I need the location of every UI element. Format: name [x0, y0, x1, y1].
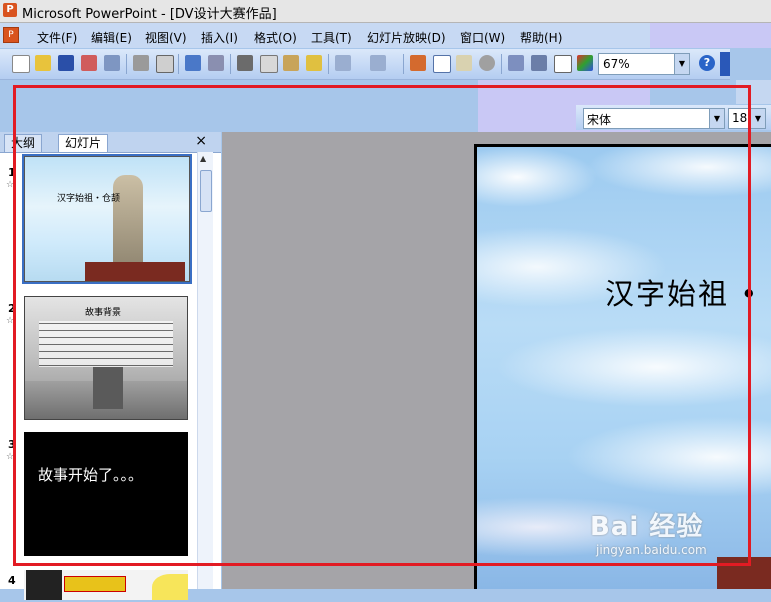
slide-thumbnail-1[interactable]: 汉字始祖・仓颉	[22, 154, 192, 284]
menu-help[interactable]: 帮助(H)	[520, 29, 562, 46]
slide-preview: 故事开始了。。。	[24, 432, 188, 556]
slide-preview: 故事背景	[24, 296, 188, 420]
close-icon[interactable]: ×	[195, 133, 207, 149]
zoom-value: 67%	[603, 57, 630, 71]
slide-thumbnail-4[interactable]	[22, 568, 190, 602]
thumbnail-title: 故事背景	[85, 308, 122, 318]
panel-scrollbar[interactable]: ▲	[197, 152, 213, 589]
grid-icon[interactable]	[554, 55, 572, 73]
document-icon[interactable]: P	[3, 27, 19, 43]
separator	[230, 54, 231, 74]
tab-slides[interactable]: 幻灯片	[58, 134, 109, 152]
menu-slideshow[interactable]: 幻灯片放映(D)	[367, 29, 446, 46]
thumbnail-image	[26, 570, 62, 600]
scroll-up-icon[interactable]: ▲	[200, 154, 206, 163]
slides-panel: 大纲 幻灯片 × 1 ☆ 汉字始祖・仓颉 2 ☆ 故事背景 3 ☆ 故事开始了。…	[0, 132, 221, 600]
body-text-lines	[39, 321, 173, 367]
separator	[403, 54, 404, 74]
thumbnail-banner	[64, 576, 126, 592]
slide-number: 3	[8, 438, 16, 451]
font-size-value: 18	[732, 111, 748, 125]
transition-icon: ☆	[6, 180, 15, 190]
slide-thumbnail-2[interactable]: 故事背景	[22, 294, 190, 422]
slide-thumbnail-3[interactable]: 故事开始了。。。	[22, 430, 190, 558]
new-icon[interactable]	[12, 55, 30, 73]
font-name-value: 宋体	[587, 113, 612, 127]
menu-bar: P 文件(F) 编辑(E) 视图(V) 插入(I) 格式(O) 工具(T) 幻灯…	[0, 23, 650, 48]
slide-preview: 汉字始祖・仓颉	[24, 156, 190, 282]
menu-insert[interactable]: 插入(I)	[201, 29, 238, 46]
menu-tools[interactable]: 工具(T)	[311, 29, 352, 46]
separator	[328, 54, 329, 74]
undo-icon[interactable]	[335, 55, 351, 71]
help-icon[interactable]: ?	[699, 55, 715, 71]
chevron-down-icon[interactable]: ▼	[674, 54, 689, 74]
open-icon[interactable]	[35, 55, 51, 71]
paste-icon[interactable]	[283, 55, 299, 71]
permission-icon[interactable]	[81, 55, 97, 71]
color-grayscale-icon[interactable]	[577, 55, 593, 71]
toolbar-options-icon[interactable]	[720, 52, 730, 76]
statue-image	[113, 175, 143, 270]
transition-icon: ☆	[6, 452, 15, 462]
separator	[126, 54, 127, 74]
slide-preview	[24, 570, 188, 600]
save-icon[interactable]	[58, 55, 74, 71]
panel-tabs: 大纲 幻灯片 ×	[0, 132, 221, 153]
expand-all-icon[interactable]	[508, 55, 524, 71]
research-icon[interactable]	[208, 55, 224, 71]
menu-window[interactable]: 窗口(W)	[460, 29, 505, 46]
separator	[501, 54, 502, 74]
redo-icon[interactable]	[370, 55, 386, 71]
print-icon[interactable]	[133, 55, 149, 71]
watermark-brand: Bai 经验	[590, 512, 704, 542]
email-icon[interactable]	[104, 55, 120, 71]
chevron-down-icon[interactable]: ▼	[750, 109, 765, 128]
table-icon[interactable]	[433, 55, 451, 73]
hyperlink-icon[interactable]	[479, 55, 495, 71]
font-name-select[interactable]: 宋体 ▼	[583, 108, 725, 129]
restore-icons[interactable]	[736, 80, 771, 104]
slide-number: 4	[8, 574, 16, 587]
statue-image	[93, 367, 123, 409]
statue-base	[717, 557, 771, 589]
menu-edit[interactable]: 编辑(E)	[91, 29, 132, 46]
transition-icon: ☆	[6, 316, 15, 326]
separator	[178, 54, 179, 74]
slide-number: 1	[8, 166, 16, 179]
format-painter-icon[interactable]	[306, 55, 322, 71]
window-title: Microsoft PowerPoint - [DV设计大赛作品]	[22, 7, 277, 22]
slide-title[interactable]: 汉字始祖 •	[605, 271, 759, 313]
powerpoint-icon: P	[3, 3, 17, 17]
zoom-select[interactable]: 67% ▼	[598, 53, 690, 75]
spelling-icon[interactable]	[185, 55, 201, 71]
tab-outline[interactable]: 大纲	[4, 134, 43, 152]
thumbnail-title: 汉字始祖・仓颉	[57, 194, 121, 204]
title-bar: P Microsoft PowerPoint - [DV设计大赛作品]	[0, 0, 771, 23]
menu-format[interactable]: 格式(O)	[254, 29, 297, 46]
cut-icon[interactable]	[237, 55, 253, 71]
thumbnail-shape	[152, 574, 188, 600]
thumbnail-text: 故事开始了。。。	[38, 466, 144, 484]
slide-number: 2	[8, 302, 16, 315]
watermark-url: jingyan.baidu.com	[596, 543, 707, 557]
scroll-thumb[interactable]	[200, 170, 212, 212]
menu-file[interactable]: 文件(F)	[37, 29, 77, 46]
chevron-down-icon[interactable]: ▼	[709, 109, 724, 128]
print-preview-icon[interactable]	[156, 55, 174, 73]
statue-base	[85, 262, 185, 281]
baidu-watermark: Bai 经验 jingyan.baidu.com	[590, 506, 707, 557]
chart-icon[interactable]	[410, 55, 426, 71]
font-size-select[interactable]: 18 ▼	[728, 108, 766, 129]
menu-view[interactable]: 视图(V)	[145, 29, 187, 46]
title-bar-extension	[650, 23, 771, 48]
tables-borders-icon[interactable]	[456, 55, 472, 71]
formatting-icon[interactable]	[531, 55, 547, 71]
copy-icon[interactable]	[260, 55, 278, 73]
